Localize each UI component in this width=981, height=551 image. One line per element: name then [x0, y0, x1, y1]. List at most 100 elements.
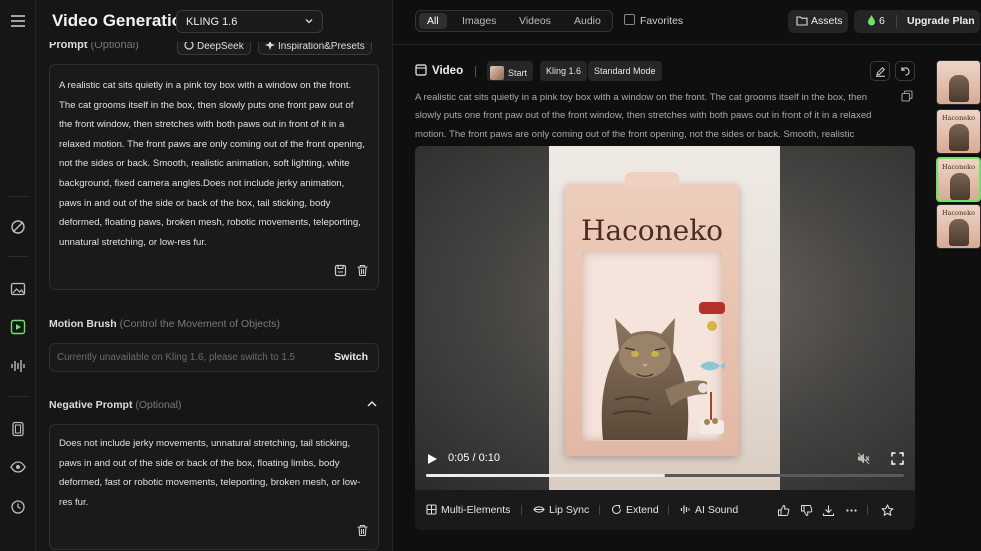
tab-all[interactable]: All — [419, 13, 447, 29]
delete-prompt-icon[interactable] — [356, 264, 369, 277]
header-divider — [393, 44, 981, 45]
start-frame-chip[interactable]: Start — [487, 61, 534, 81]
video-generation-icon[interactable] — [7, 316, 29, 338]
audio-wave-icon[interactable] — [7, 355, 29, 377]
thumbs-up-icon[interactable] — [777, 504, 790, 517]
edit-button[interactable] — [870, 61, 890, 81]
tab-audio[interactable]: Audio — [566, 13, 609, 29]
multi-elements-icon — [426, 504, 437, 515]
settings-panel: Prompt (Optional) DeepSeek Inspiration&Pr… — [36, 0, 393, 551]
negative-prompt-text: Does not include jerky movements, unnatu… — [59, 438, 361, 508]
thumbnail-cat — [949, 124, 969, 151]
delete-negative-prompt-icon[interactable] — [356, 524, 369, 537]
rail-divider — [8, 396, 28, 397]
history-icon[interactable] — [7, 496, 29, 518]
upgrade-plan-button[interactable]: Upgrade Plan — [907, 15, 975, 27]
credits-count[interactable]: 6 — [867, 15, 885, 27]
inspiration-presets-label: Inspiration&Presets — [278, 41, 365, 52]
extend-button[interactable]: Extend — [611, 504, 659, 516]
refresh-icon — [900, 66, 910, 76]
favorites-label: Favorites — [640, 15, 684, 27]
tab-images[interactable]: Images — [454, 13, 504, 29]
negative-prompt-label: Negative Prompt (Optional) — [49, 399, 182, 411]
negative-prompt-optional-label: (Optional) — [135, 399, 182, 411]
video-prompt-description: A realistic cat sits quietly in a pink t… — [415, 92, 872, 140]
thumbnail-brand: Haconeko — [942, 163, 975, 171]
toolbar-divider — [867, 505, 868, 515]
progress-fill — [426, 474, 665, 477]
regenerate-button[interactable] — [895, 61, 915, 81]
mode-chip: Standard Mode — [588, 61, 662, 81]
assets-label: Assets — [811, 15, 843, 27]
eye-icon[interactable] — [7, 456, 29, 478]
image-edit-icon[interactable] — [7, 216, 29, 238]
playback-time: 0:05 / 0:10 — [448, 452, 500, 464]
extend-icon — [611, 504, 622, 515]
motion-brush-field[interactable]: Currently unavailable on Kling 1.6, plea… — [49, 343, 379, 372]
thumbnail-cat — [949, 219, 969, 246]
mute-icon[interactable] — [857, 452, 870, 465]
thumbnail-brand: Haconeko — [942, 114, 975, 122]
negative-prompt-textarea[interactable]: Does not include jerky movements, unnatu… — [49, 424, 379, 550]
favorites-toggle[interactable]: Favorites — [624, 14, 683, 27]
save-prompt-icon[interactable] — [334, 264, 347, 277]
credits-upgrade-bar: 6 Upgrade Plan — [854, 10, 980, 33]
header-separator — [475, 66, 476, 77]
prompt-actions — [334, 264, 369, 277]
left-rail — [0, 0, 36, 551]
video-controls: 0:05 / 0:10 — [415, 446, 915, 490]
box-brand-text: Haconeko — [580, 214, 724, 247]
switch-model-button[interactable]: Switch — [334, 351, 368, 363]
prompt-text: A realistic cat sits quietly in a pink t… — [59, 80, 365, 248]
rail-divider — [8, 256, 28, 257]
page-title: Video Generation — [52, 11, 193, 30]
toolbar-divider — [599, 505, 600, 515]
favorites-checkbox[interactable] — [624, 14, 635, 25]
deepseek-label: DeepSeek — [197, 41, 244, 52]
video-player[interactable]: Haconeko 0:05 / 0:10 — [415, 146, 915, 490]
chevron-up-icon[interactable] — [366, 398, 378, 410]
progress-track[interactable] — [426, 474, 904, 477]
toolbar-divider — [668, 505, 669, 515]
cat-illustration — [601, 318, 707, 440]
pencil-icon — [875, 66, 885, 77]
thumbnail-item[interactable]: Haconeko — [936, 109, 981, 154]
model-select[interactable]: KLING 1.6 — [176, 10, 323, 33]
toolbar-divider — [521, 505, 522, 515]
video-icon — [415, 64, 427, 76]
more-options-icon[interactable] — [845, 504, 858, 517]
copy-icon[interactable] — [901, 90, 913, 102]
phone-frame-icon[interactable] — [7, 418, 29, 440]
motion-brush-label: Motion Brush (Control the Movement of Ob… — [49, 318, 281, 330]
model-chip: Kling 1.6 — [540, 61, 588, 81]
menu-icon[interactable] — [7, 10, 29, 32]
panel-header: Video Generation KLING 1.6 — [36, 0, 392, 42]
image-icon[interactable] — [7, 278, 29, 300]
folder-icon — [796, 16, 808, 26]
play-icon[interactable] — [427, 453, 438, 465]
ai-sound-button[interactable]: AI Sound — [680, 504, 738, 516]
sound-wave-icon — [680, 505, 690, 514]
credits-divider — [896, 15, 897, 28]
lips-icon — [533, 506, 545, 513]
thumbnail-item[interactable] — [936, 60, 981, 105]
star-icon[interactable] — [881, 504, 894, 517]
pink-toy-box: Haconeko — [565, 172, 739, 456]
assets-button[interactable]: Assets — [788, 10, 848, 33]
video-frame: Haconeko — [549, 146, 780, 490]
thumbnail-brand: Haconeko — [942, 209, 975, 217]
thumbs-down-icon[interactable] — [800, 504, 813, 517]
box-hanger — [625, 172, 679, 188]
lip-sync-button[interactable]: Lip Sync — [533, 504, 589, 516]
model-select-value: KLING 1.6 — [186, 16, 238, 28]
download-icon[interactable] — [822, 504, 835, 517]
thumbnail-item-selected[interactable]: Haconeko — [936, 157, 981, 202]
negative-prompt-actions — [356, 524, 369, 537]
prompt-textarea[interactable]: A realistic cat sits quietly in a pink t… — [49, 64, 379, 290]
tab-videos[interactable]: Videos — [511, 13, 559, 29]
thumbnail-item[interactable]: Haconeko — [936, 204, 981, 249]
media-filter-tabs: All Images Videos Audio — [415, 10, 613, 32]
fullscreen-icon[interactable] — [891, 452, 904, 465]
start-frame-thumbnail — [490, 66, 504, 80]
multi-elements-button[interactable]: Multi-Elements — [426, 504, 510, 516]
